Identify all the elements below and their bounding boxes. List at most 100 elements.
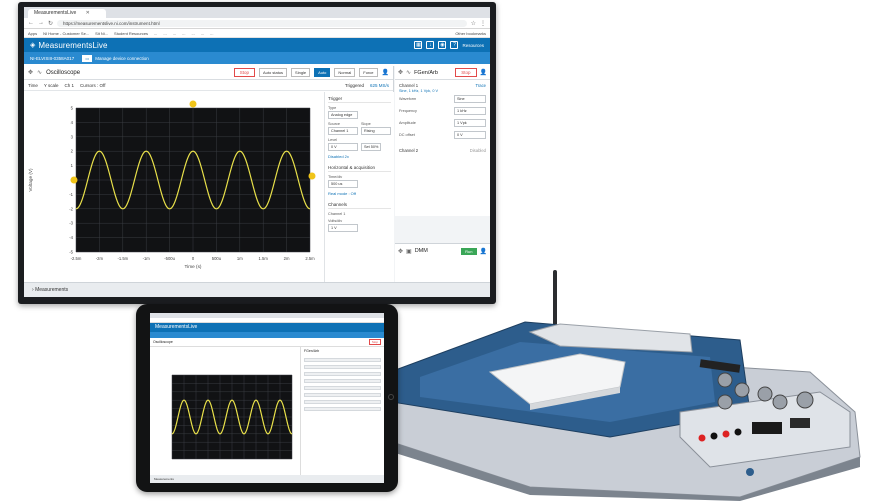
tablet-field[interactable]: [304, 358, 381, 362]
bookmark-item[interactable]: ...: [210, 31, 213, 36]
slope-select[interactable]: Rising: [361, 127, 391, 135]
cursors-select[interactable]: Cursors : Off: [80, 83, 105, 88]
set-50-button[interactable]: Set 50%: [361, 143, 382, 151]
time-menu[interactable]: Time: [28, 83, 38, 88]
trigger-position-marker[interactable]: [189, 100, 197, 108]
manage-device-button[interactable]: ▭ Manage device connection: [82, 54, 149, 62]
bookmark-item[interactable]: ...: [173, 31, 176, 36]
tablet-app-title: MeasurementsLive: [155, 324, 198, 330]
tablet-waveform-graph[interactable]: [152, 365, 298, 473]
bookmark-item[interactable]: NI Home - Customer Se...: [43, 31, 89, 36]
move-icon[interactable]: ✥: [28, 69, 33, 76]
menu-icon[interactable]: ⋮: [480, 20, 486, 27]
bnc-connector: [796, 391, 814, 409]
time-per-div-input[interactable]: 500 us: [328, 180, 358, 188]
time-per-div-label: Time/div: [328, 175, 343, 179]
horizontal-section-title[interactable]: Horizontal & acquisition: [328, 165, 391, 172]
waveform-graph[interactable]: -2.5m -2m -1.5m -1m -500u 0 500u 1m 1.5m 2m 2.5m 5 4…: [24, 92, 324, 280]
y-scale-menu[interactable]: Y scale: [44, 83, 59, 88]
frequency-input[interactable]: 1 kHz: [454, 107, 486, 115]
channel2-row[interactable]: Channel 2 Disabled: [395, 145, 490, 154]
fgen-stop-button[interactable]: Stop: [455, 68, 477, 77]
trigger-section-title[interactable]: Trigger: [328, 96, 391, 103]
monitor-screen: MeasurementsLive ✕ ← → ↻ https://measure…: [24, 7, 490, 297]
camera-icon[interactable]: ◉: [438, 41, 447, 49]
tablet-field[interactable]: [304, 365, 381, 369]
volts-div-input[interactable]: 1 V: [328, 224, 358, 232]
url-input[interactable]: https://measurementslive.ni.com/instrume…: [57, 19, 467, 27]
browser-tab[interactable]: MeasurementsLive ✕: [28, 9, 106, 18]
bookmark-item[interactable]: Apps: [28, 31, 37, 36]
bookmark-item[interactable]: Sit Ni...: [95, 31, 108, 36]
user-icon[interactable]: 👤: [480, 248, 487, 255]
grid-icon[interactable]: ▦: [414, 41, 423, 49]
source-select[interactable]: Channel 1: [328, 127, 358, 135]
tablet-field[interactable]: [304, 386, 381, 390]
resources-link[interactable]: Resources: [462, 43, 484, 48]
y-tick-label: 2: [71, 149, 74, 154]
trigger-type-label: Type: [328, 106, 337, 110]
tablet-measurements-bar[interactable]: Measurements: [150, 475, 384, 483]
bookmark-item[interactable]: ...: [191, 31, 194, 36]
tablet-field[interactable]: [304, 379, 381, 383]
advanced-link[interactable]: Real mode : Off: [328, 191, 391, 196]
channel1-name: Channel 1: [399, 83, 419, 88]
fgen-panel: ✥ ∿ FGen/Arb Stop 👤 Channel 1 Trace Sine…: [395, 66, 490, 216]
download-icon[interactable]: ↓: [426, 41, 435, 49]
oscilloscope-header: ✥ ∿ Oscilloscope Stop Auto status Single…: [24, 66, 393, 80]
help-icon[interactable]: ?: [450, 41, 459, 49]
y-tick-label: 5: [71, 106, 74, 111]
tablet-field[interactable]: [304, 372, 381, 376]
dmm-run-button[interactable]: Run: [461, 247, 477, 255]
bookmark-item[interactable]: ...: [182, 31, 185, 36]
bookmark-item[interactable]: ...: [201, 31, 204, 36]
source-label: Source: [328, 122, 341, 126]
back-icon[interactable]: ←: [28, 20, 34, 26]
tablet-field[interactable]: [304, 400, 381, 404]
tablet-field[interactable]: [304, 407, 381, 411]
channel2-name: Channel 2: [399, 148, 419, 153]
trigger-type-select[interactable]: Analog edge: [328, 111, 358, 119]
force-button[interactable]: Force: [359, 68, 378, 77]
stop-button[interactable]: Stop: [233, 68, 256, 77]
mode-auto-button[interactable]: Auto: [314, 68, 331, 77]
channel-offset-marker[interactable]: [70, 176, 78, 184]
antenna: [553, 270, 557, 332]
disabled-link[interactable]: Disabled 2x: [328, 154, 391, 159]
move-icon[interactable]: ✥: [398, 248, 403, 255]
close-icon[interactable]: ✕: [86, 10, 90, 16]
user-icon[interactable]: 👤: [382, 69, 389, 76]
channels-section-title[interactable]: Channels: [328, 202, 391, 209]
browser-tabstrip: MeasurementsLive ✕: [24, 7, 490, 18]
move-icon[interactable]: ✥: [398, 69, 403, 76]
bookmark-item[interactable]: Student Resources: [114, 31, 148, 36]
oscilloscope-panel: ✥ ∿ Oscilloscope Stop Auto status Single…: [24, 66, 394, 282]
bookmark-item[interactable]: ...: [163, 31, 166, 36]
channel1-row[interactable]: Channel 1 Trace: [395, 80, 490, 89]
bookmark-item[interactable]: ...: [154, 31, 157, 36]
ni-logo-icon: ◈: [30, 42, 36, 49]
acquisition-select[interactable]: Auto status: [259, 68, 288, 77]
x-tick-label: 500u: [212, 256, 222, 261]
forward-icon[interactable]: →: [38, 20, 44, 26]
bnc-connector: [772, 394, 788, 410]
level-row: 0 V Set 50%: [328, 142, 391, 151]
waveform-select[interactable]: Sine: [454, 95, 486, 103]
device-id: NI-ELVISIII-0358A017: [30, 55, 75, 61]
mode-single-button[interactable]: Single: [291, 68, 311, 77]
tablet-stop-button[interactable]: Stop: [368, 339, 381, 345]
bookmark-other[interactable]: Other bookmarks: [455, 31, 486, 36]
level-input[interactable]: 0 V: [328, 143, 358, 151]
amplitude-input[interactable]: 1 Vpk: [454, 119, 486, 127]
tablet-field[interactable]: [304, 393, 381, 397]
x-tick-label: -2m: [96, 256, 104, 261]
mode-normal-button[interactable]: Normal: [334, 68, 356, 77]
dc-offset-input[interactable]: 0 V: [454, 131, 486, 139]
trigger-level-marker[interactable]: [308, 172, 316, 180]
oscilloscope-plot[interactable]: -2.5m -2m -1.5m -1m -500u 0 500u 1m 1.5m 2m 2.5m 5 4…: [24, 92, 324, 280]
star-icon[interactable]: ☆: [471, 20, 476, 27]
user-icon[interactable]: 👤: [480, 69, 487, 76]
tablet-home-button[interactable]: [388, 394, 394, 400]
channel-select[interactable]: Ch 1: [65, 83, 75, 88]
reload-icon[interactable]: ↻: [48, 20, 53, 27]
